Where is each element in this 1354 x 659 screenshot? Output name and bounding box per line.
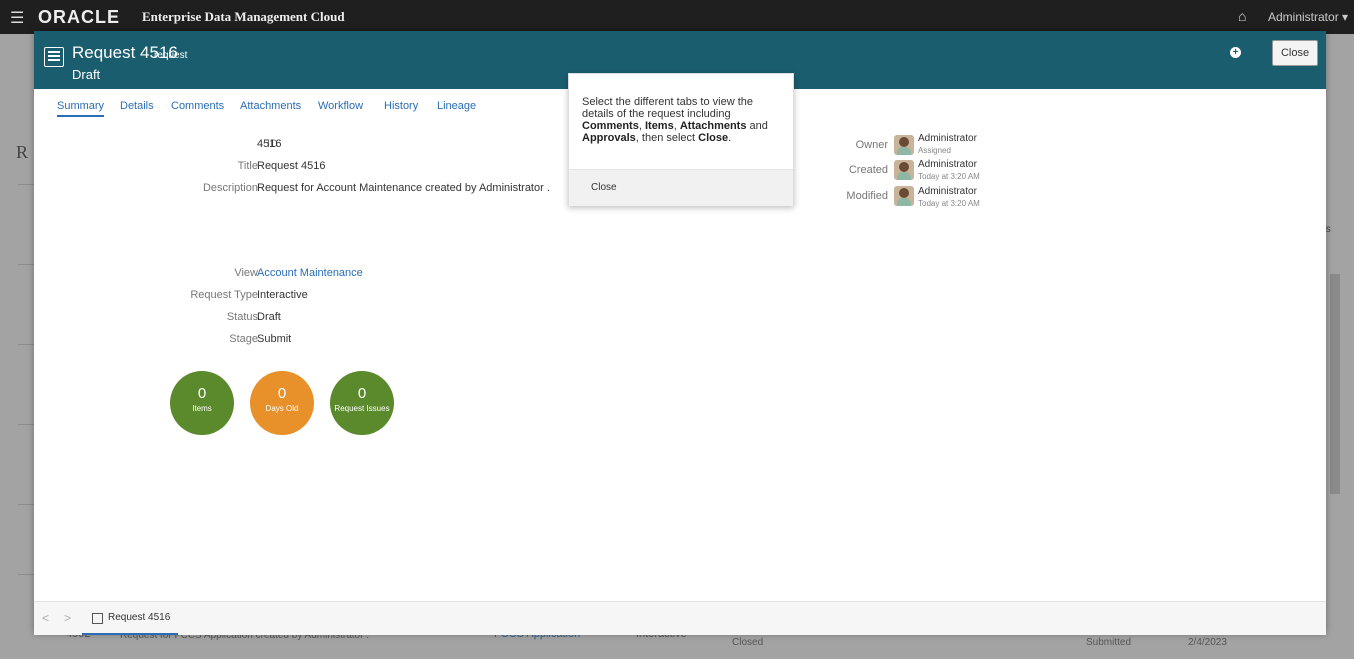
tab-attachments[interactable]: Attachments bbox=[240, 100, 301, 112]
close-button[interactable]: Close bbox=[1272, 40, 1318, 66]
status-value: Draft bbox=[257, 311, 281, 323]
modified-name: Administrator bbox=[918, 186, 977, 197]
tab-summary[interactable]: Summary bbox=[57, 100, 105, 117]
tab-comments[interactable]: Comments bbox=[171, 100, 224, 112]
stage-value: Submit bbox=[257, 333, 292, 345]
hamburger-menu-icon[interactable]: ☰ bbox=[10, 8, 24, 28]
tooltip-text: Select the different tabs to view the de… bbox=[582, 96, 768, 144]
description-label: Description bbox=[202, 182, 258, 194]
title-label: Title bbox=[237, 160, 258, 172]
guide-tooltip: Select the different tabs to view the de… bbox=[568, 73, 794, 206]
request-type-label: Request Type bbox=[190, 289, 258, 301]
bottom-tab-bar: < > Request 4516 bbox=[34, 601, 1326, 635]
chevron-left-icon[interactable]: < bbox=[42, 611, 49, 625]
items-count-circle[interactable]: 0 Items bbox=[170, 371, 234, 435]
app-header: ☰ ORACLE Enterprise Data Management Clou… bbox=[0, 0, 1354, 34]
bottom-tab-request[interactable]: Request 4516 bbox=[82, 602, 178, 635]
request-issues-count: 0 bbox=[357, 385, 367, 402]
bottom-tab-label: Request 4516 bbox=[108, 612, 171, 623]
created-avatar bbox=[894, 160, 914, 180]
owner-status: Assigned bbox=[918, 146, 951, 155]
background-page-title: R bbox=[16, 142, 29, 162]
background-scrollbar[interactable] bbox=[1330, 274, 1340, 494]
description-value: Request for Account Maintenance created … bbox=[257, 182, 550, 194]
add-icon[interactable]: + bbox=[1230, 47, 1241, 58]
background-row-status: Closed bbox=[732, 637, 764, 648]
tab-lineage[interactable]: Lineage bbox=[437, 100, 476, 112]
status-label: Status bbox=[226, 311, 258, 323]
owner-label: Owner bbox=[855, 139, 888, 151]
days-old-count: 0 bbox=[277, 385, 287, 402]
days-old-label: Days Old bbox=[265, 404, 299, 413]
request-issues-circle[interactable]: 0 Request Issues bbox=[330, 371, 394, 435]
items-count: 0 bbox=[197, 385, 207, 402]
items-count-label: Items bbox=[192, 404, 212, 413]
tab-workflow[interactable]: Workflow bbox=[318, 100, 363, 112]
id-value: 4516 bbox=[257, 138, 282, 150]
chevron-right-icon[interactable]: > bbox=[64, 611, 71, 625]
owner-name: Administrator bbox=[918, 133, 977, 144]
home-icon[interactable]: ⌂ bbox=[1238, 8, 1246, 24]
dialog-title-type: request bbox=[154, 50, 188, 61]
view-label: View bbox=[234, 267, 258, 279]
background-row-date: 2/4/2023 bbox=[1188, 637, 1227, 648]
created-label: Created bbox=[848, 164, 888, 176]
modified-time: Today at 3:20 AM bbox=[918, 199, 980, 208]
view-link[interactable]: Account Maintenance bbox=[257, 267, 363, 279]
days-old-circle[interactable]: 0 Days Old bbox=[250, 371, 314, 435]
tab-history[interactable]: History bbox=[384, 100, 418, 112]
request-icon bbox=[92, 613, 103, 624]
request-issues-label: Request Issues bbox=[334, 404, 390, 413]
modified-label: Modified bbox=[846, 190, 888, 202]
request-type-value: Interactive bbox=[257, 289, 308, 301]
tooltip-footer: Close bbox=[569, 169, 793, 206]
background-row-stage: Submitted bbox=[1086, 637, 1132, 648]
owner-avatar bbox=[894, 135, 914, 155]
tooltip-close-button[interactable]: Close bbox=[591, 182, 617, 193]
stage-label: Stage bbox=[229, 333, 258, 345]
oracle-logo: ORACLE bbox=[38, 7, 120, 27]
created-time: Today at 3:20 AM bbox=[918, 172, 980, 181]
product-name: Enterprise Data Management Cloud bbox=[142, 9, 345, 24]
modified-avatar bbox=[894, 186, 914, 206]
request-icon bbox=[44, 47, 64, 67]
dialog-status: Draft bbox=[72, 67, 101, 82]
user-menu[interactable]: Administrator ▾ bbox=[1268, 10, 1348, 24]
created-name: Administrator bbox=[918, 159, 977, 170]
tab-details[interactable]: Details bbox=[120, 100, 154, 112]
title-value: Request 4516 bbox=[257, 160, 326, 172]
